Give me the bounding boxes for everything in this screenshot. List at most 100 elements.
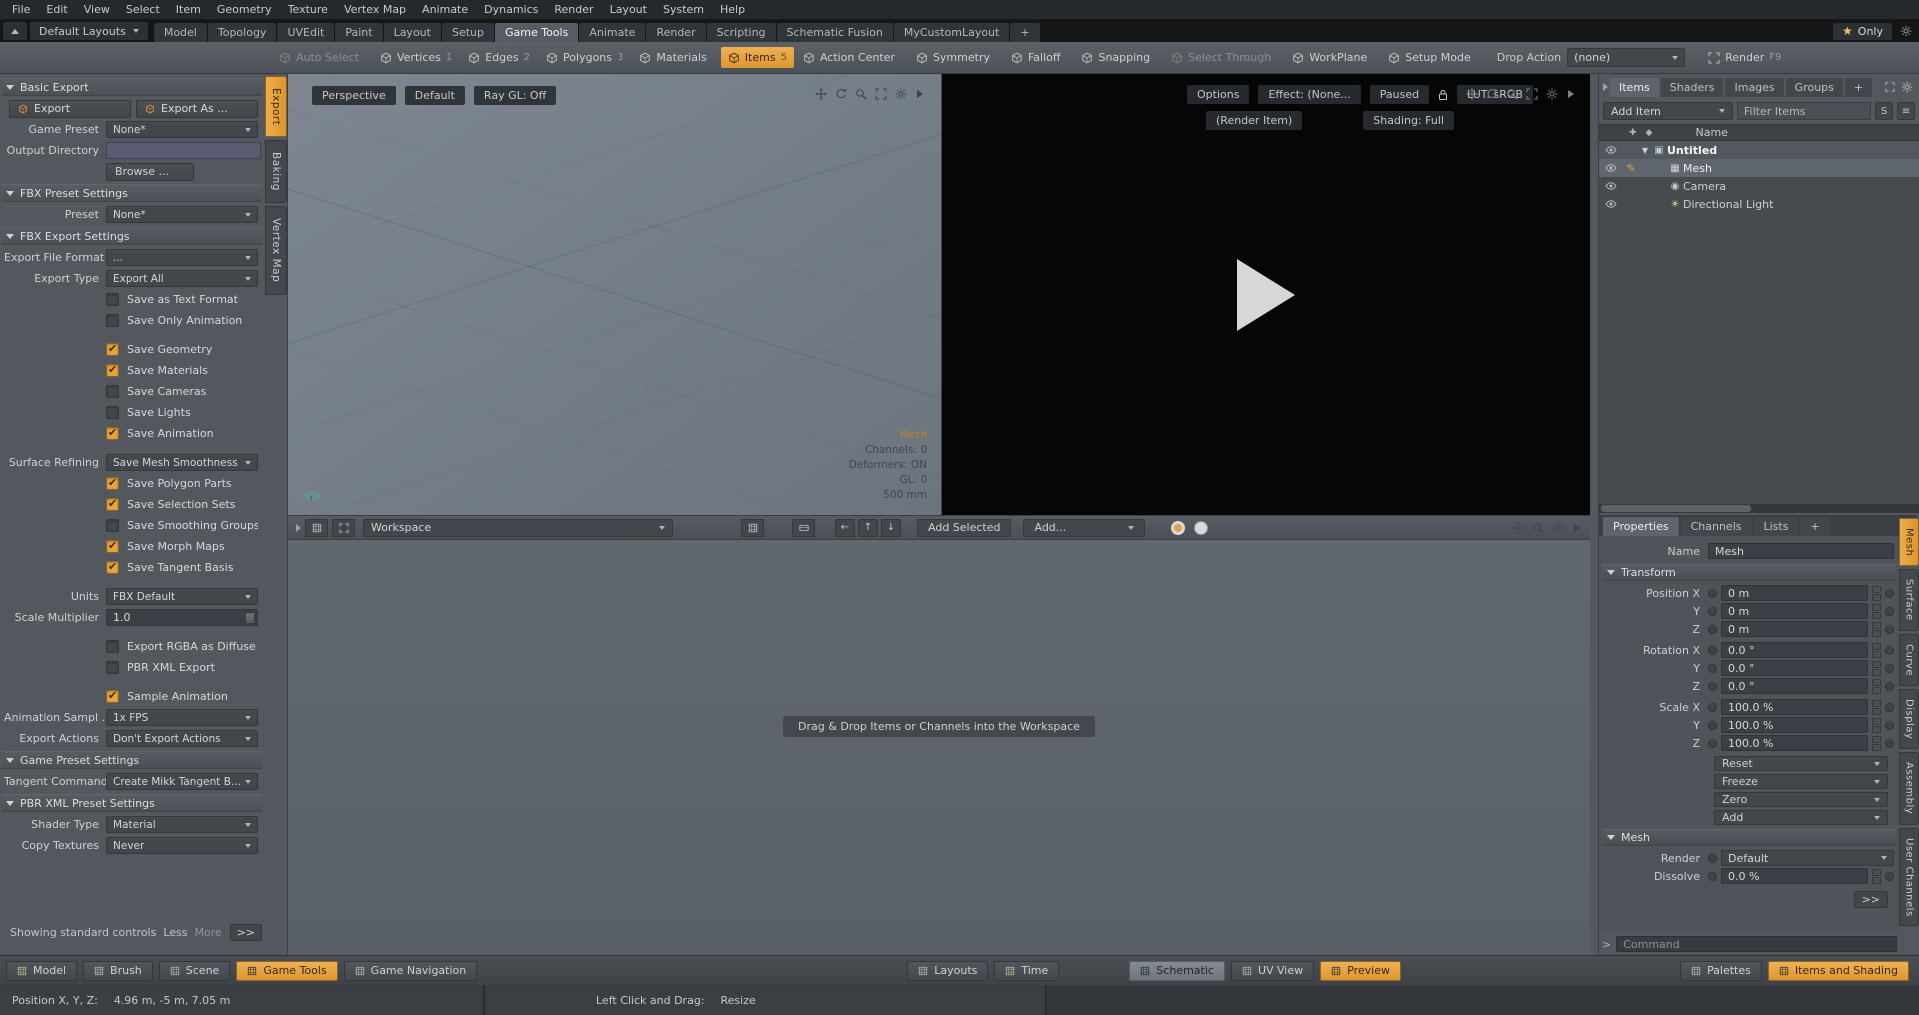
envelope-toggle[interactable] — [1708, 854, 1717, 863]
checkbox[interactable] — [106, 498, 119, 511]
checkbox[interactable] — [106, 540, 119, 553]
dropdown[interactable]: None* — [106, 206, 258, 223]
dissolve-value-field[interactable] — [1721, 868, 1868, 884]
visibility-eye-icon[interactable] — [1599, 182, 1623, 190]
menu-item[interactable]: Geometry — [209, 0, 280, 19]
visibility-eye-icon[interactable] — [1599, 146, 1623, 154]
scale-multiplier-slider[interactable]: 1.0 — [106, 609, 258, 626]
align-up-button[interactable]: ↑ — [858, 519, 878, 537]
dropdown[interactable]: 1x FPS — [106, 709, 258, 726]
selection-mode-button[interactable]: Edges 2 — [461, 47, 537, 68]
envelope-toggle[interactable] — [1708, 739, 1717, 748]
layout-tab[interactable]: Game Tools — [495, 23, 578, 42]
menu-item[interactable]: File — [4, 0, 38, 19]
section-header[interactable]: FBX Export Settings — [2, 227, 262, 245]
selection-mode-button[interactable]: Symmetry — [909, 47, 1002, 68]
transform-section-header[interactable]: Transform — [1602, 564, 1896, 581]
zoom-icon[interactable] — [1506, 88, 1518, 100]
less-link[interactable]: Less — [163, 926, 187, 939]
transform-value-field[interactable] — [1721, 699, 1868, 715]
render-preview-viewport[interactable]: OptionsEffect: (None...Paused LUT: sRGB … — [942, 74, 1590, 515]
property-side-tab[interactable]: Mesh — [1899, 518, 1919, 566]
properties-tab[interactable]: + — [1800, 517, 1829, 536]
preview-option-button[interactable]: Shading: Full — [1363, 111, 1454, 130]
channel-action-toggle[interactable] — [1885, 721, 1894, 730]
pan-move-icon[interactable] — [1466, 88, 1478, 100]
bottom-toolbar-button[interactable]: Palettes — [1680, 961, 1762, 981]
3d-viewport[interactable]: PerspectiveDefaultRay GL: Off Mesh Chann… — [288, 74, 942, 515]
value-spinner[interactable] — [1872, 622, 1881, 637]
menu-item[interactable]: Animate — [414, 0, 476, 19]
menu-item[interactable]: Dynamics — [476, 0, 546, 19]
selection-mode-button[interactable]: Materials — [632, 47, 718, 68]
viewport-option-button[interactable]: Default — [405, 86, 465, 105]
layout-tab[interactable]: UVEdit — [277, 23, 334, 42]
tree-row[interactable]: ◉ Camera — [1599, 177, 1919, 195]
rotate-view-icon[interactable] — [835, 88, 847, 100]
value-spinner[interactable] — [1872, 869, 1881, 884]
bottom-toolbar-button[interactable]: Game Navigation — [344, 961, 478, 981]
checkbox[interactable] — [106, 640, 119, 653]
bottom-toolbar-button[interactable]: Model — [6, 961, 77, 981]
viewport-menu-icon[interactable] — [1566, 89, 1576, 99]
checkbox[interactable] — [106, 364, 119, 377]
selection-mode-button[interactable]: Setup Mode — [1381, 47, 1482, 68]
dropdown[interactable]: Never — [106, 837, 258, 854]
tree-row[interactable]: ▼ ▣ Untitled — [1599, 141, 1919, 159]
bottom-toolbar-button[interactable]: Time — [994, 961, 1059, 981]
transform-value-field[interactable] — [1721, 621, 1868, 637]
maximize-icon[interactable] — [1885, 82, 1895, 92]
layout-tab[interactable]: Setup — [442, 23, 494, 42]
viewport-option-button[interactable]: Ray GL: Off — [474, 86, 556, 105]
default-layouts-button[interactable]: Default Layouts — [30, 22, 148, 40]
checkbox[interactable] — [106, 406, 119, 419]
menu-item[interactable]: Edit — [38, 0, 75, 19]
envelope-toggle[interactable] — [1708, 703, 1717, 712]
dropdown[interactable]: Export All — [106, 270, 258, 287]
transform-value-field[interactable] — [1721, 660, 1868, 676]
filter-items-input[interactable] — [1737, 102, 1871, 120]
layout-tab[interactable]: Model — [154, 23, 207, 42]
layout-tab[interactable]: Schematic Fusion — [777, 23, 893, 42]
item-list-tab[interactable]: + — [1845, 78, 1872, 97]
side-tab[interactable]: Baking — [265, 140, 287, 203]
gear-icon[interactable] — [895, 88, 907, 100]
gear-icon[interactable] — [1900, 25, 1912, 37]
dropdown[interactable]: Save Mesh Smoothness — [106, 454, 258, 471]
menu-item[interactable]: Select — [118, 0, 168, 19]
zoom-icon[interactable] — [1532, 522, 1544, 534]
slider-grip[interactable] — [245, 612, 255, 624]
overlay-mode-button[interactable] — [305, 519, 328, 537]
selection-mode-button[interactable]: Polygons 3 — [539, 47, 630, 68]
transform-value-field[interactable] — [1721, 642, 1868, 658]
preview-option-button[interactable]: (Render Item) — [1206, 111, 1302, 130]
checkbox[interactable] — [106, 293, 119, 306]
channel-action-toggle[interactable] — [1885, 739, 1894, 748]
add-item-dropdown[interactable]: Add Item — [1603, 102, 1733, 120]
preview-option-button[interactable]: Effect: (None... — [1258, 85, 1360, 104]
layout-tab[interactable]: Layout — [384, 23, 441, 42]
properties-tab[interactable]: Properties — [1603, 517, 1679, 536]
layout-tab[interactable]: Scripting — [707, 23, 776, 42]
transform-value-field[interactable] — [1721, 585, 1868, 601]
gear-icon[interactable] — [1546, 88, 1558, 100]
more-link[interactable]: More — [195, 926, 222, 939]
tree-row[interactable]: ✎ ▦ Mesh — [1599, 159, 1919, 177]
command-input[interactable] — [1616, 936, 1897, 952]
selection-mode-button[interactable]: Items 5 — [721, 47, 794, 68]
render-dropdown[interactable]: Default — [1721, 850, 1894, 866]
pan-move-icon[interactable] — [1512, 522, 1524, 534]
zoom-icon[interactable] — [855, 88, 867, 100]
selection-mode-button[interactable]: WorkPlane — [1285, 47, 1379, 68]
channel-action-toggle[interactable] — [1885, 682, 1894, 691]
bottom-toolbar-button[interactable]: Schematic — [1129, 961, 1225, 981]
transform-action-dropdown[interactable]: Zero — [1714, 792, 1888, 807]
properties-tab[interactable]: Channels — [1681, 517, 1752, 536]
section-header[interactable]: PBR XML Preset Settings — [2, 794, 262, 812]
align-down-button[interactable]: ↓ — [881, 519, 901, 537]
checkbox[interactable] — [106, 519, 119, 532]
mesh-section-header[interactable]: Mesh — [1602, 829, 1896, 846]
align-left-button[interactable]: ← — [835, 519, 855, 537]
menu-item[interactable]: Texture — [280, 0, 336, 19]
tree-row[interactable]: ☀ Directional Light — [1599, 195, 1919, 213]
